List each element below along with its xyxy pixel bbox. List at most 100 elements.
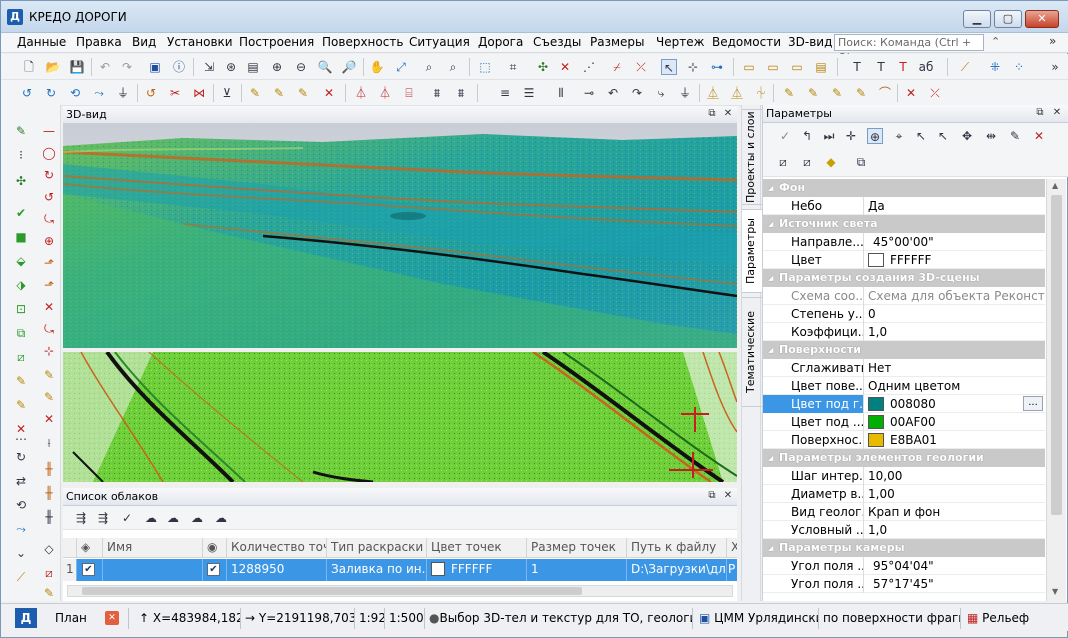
zoom-prev-icon[interactable]: 🔎 [341,59,357,75]
step-back-icon[interactable]: ↰ [799,128,815,144]
property-row[interactable]: Цвет пове... Одним цветом [763,377,1045,395]
undo-icon[interactable]: ↶ [97,59,113,75]
snap-points-icon[interactable]: ✣ [535,59,551,75]
crosshair-icon[interactable]: ⌖ [891,128,907,144]
row-show-checkbox[interactable]: ✔ [207,563,220,576]
open-folder-icon[interactable]: 📂 [45,59,61,75]
import-icon[interactable]: ⇲ [201,59,217,75]
pointer-multi-icon[interactable]: ↖ [935,128,951,144]
col-color[interactable]: Цвет точек [427,538,527,558]
property-value[interactable]: FFFFFF [865,251,1045,269]
properties-icon[interactable]: ⧉ [853,154,869,170]
command-search-input[interactable]: Поиск: Команда (Ctrl + Q) [834,34,984,64]
property-row[interactable]: Цвет FFFFFF [763,251,1045,269]
sheet-list-icon[interactable]: ▤ [813,59,829,75]
scale-ratio[interactable]: 1:92 [355,608,385,629]
property-row[interactable]: Сглаживать Нет [763,359,1045,377]
property-value[interactable]: 45°00'00" [865,233,1045,251]
check-cloud-icon[interactable]: ✓ [119,510,135,526]
rotate-right-icon[interactable]: ↷ [629,85,645,101]
menu-situation[interactable]: Ситуация [409,35,470,49]
target-icon[interactable]: ⊕ [867,128,883,144]
redo-icon[interactable]: ↷ [119,59,135,75]
menu-exits[interactable]: Съезды [533,35,581,49]
property-value[interactable]: 57°17'45" [865,575,1045,593]
snap-line-icon[interactable]: ⋰ [581,59,597,75]
edit-pencil2-icon[interactable]: ✎ [13,397,29,413]
node-edit-icon[interactable]: ⊶ [709,59,725,75]
property-value[interactable]: 008080 ... [865,395,1045,413]
col-x[interactable]: Х [727,538,737,558]
point-move-icon[interactable]: ✣ [13,173,29,189]
property-value[interactable]: Схема для объекта Реконстру... [865,287,1045,305]
zoom-window-icon[interactable]: 🔍 [317,59,333,75]
point-add-icon[interactable]: ⁝ [13,147,29,163]
property-row[interactable]: Диаметр в... 1,00 [763,485,1045,503]
remove-all-icon[interactable]: ⤫ [927,85,943,101]
cloud-import-icon[interactable]: ☁ [213,510,229,526]
point-edit-icon[interactable]: ✎ [13,123,29,139]
arc-icon[interactable]: ↻ [41,167,57,183]
zoom-select-icon[interactable]: ⌕ [445,59,461,75]
col-path[interactable]: Путь к файлу [627,538,727,558]
split-icon[interactable]: ⇄ [13,473,29,489]
property-value[interactable]: E8BA01 [865,431,1045,449]
pointer-select-icon[interactable]: ↖ [661,59,677,75]
draw-line-icon[interactable]: ⟋ [957,59,973,75]
property-value[interactable]: 0 [865,305,1045,323]
eyedropper-icon[interactable]: ✎ [1007,128,1023,144]
split-cloud-icon[interactable]: ⇶ [95,510,111,526]
loop-tool-icon[interactable]: ↺ [143,85,159,101]
grid-remove-icon[interactable]: ⧄ [41,565,57,581]
layers-icon[interactable]: ▤ [245,59,261,75]
marker-icon[interactable]: ⏚ [677,85,693,101]
tab-thematic-layers[interactable]: Тематические слои [742,297,775,407]
insert-node-icon[interactable]: ⊻ [219,85,235,101]
property-row[interactable]: Коэффици... 1,0 [763,323,1045,341]
cloud-filter-icon[interactable]: ☁ [165,510,181,526]
property-value[interactable]: Одним цветом [865,377,1045,395]
spread-icon[interactable]: ✥ [959,128,975,144]
property-row[interactable]: Вид геолог... Крап и фон [763,503,1045,521]
eye-icon[interactable]: ◉ [203,538,227,558]
new-file-icon[interactable]: 🗋 [21,59,37,75]
scroll-down-icon[interactable]: ▼ [1052,587,1058,596]
measure-line-icon[interactable]: ⟊ [41,435,57,451]
menu-edit[interactable]: Правка [76,35,122,49]
scroll-thumb[interactable] [1051,195,1062,515]
row-visible-cell[interactable]: ✔ [77,559,103,581]
property-value[interactable]: 10,00 [865,467,1045,485]
merge-tool-icon[interactable]: ⋈ [191,85,207,101]
plan-viewport[interactable] [63,352,737,482]
menu-drawing[interactable]: Чертеж [656,35,704,49]
property-row-selected[interactable]: Цвет под г... 008080 ... [763,395,1045,413]
zoom-out-icon[interactable]: ⊖ [293,59,309,75]
station-tool-icon[interactable]: ⏚ [115,85,131,101]
window-icon[interactable]: ▣ [147,59,163,75]
fence-remove-icon[interactable]: ╫ [41,509,57,525]
turn-icon[interactable]: ⤿ [41,321,57,337]
fence-icon[interactable]: ╫ [41,461,57,477]
polyline-tool-icon[interactable]: ⤳ [91,85,107,101]
add-point-icon[interactable]: ⊹ [685,59,701,75]
structure-edit-icon[interactable]: ⩩ [453,85,469,101]
red-line-icon[interactable]: — [41,123,57,139]
snap-cross-icon[interactable]: ✕ [557,59,573,75]
section-3d-scene[interactable]: Параметры создания 3D-сцены [763,269,1045,287]
delete-line-icon[interactable]: ⤫ [633,59,649,75]
pencil-line-icon[interactable]: ✎ [295,85,311,101]
toolbar-overflow-icon[interactable]: » [1047,59,1063,75]
property-row[interactable]: Угол поля ... 95°04'04" [763,557,1045,575]
row-path[interactable]: D:\Загрузки\дл... [627,559,727,581]
text-delete-icon[interactable]: T [895,59,911,75]
grid-toggle2-icon[interactable]: ⧄ [799,154,815,170]
horizontal-scrollbar[interactable] [67,585,733,597]
draw-edit-icon[interactable]: ✎ [41,389,57,405]
close-tab-icon[interactable]: ✕ [105,611,119,625]
row-color[interactable]: FFFFFF [427,559,527,581]
pan-hand-icon[interactable]: ✋ [369,59,385,75]
restore-panel-icon[interactable]: ⧉ [705,489,719,503]
property-value[interactable]: Нет [865,359,1045,377]
diamond-icon[interactable]: ◇ [41,541,57,557]
property-value[interactable]: 1,0 [865,521,1045,539]
